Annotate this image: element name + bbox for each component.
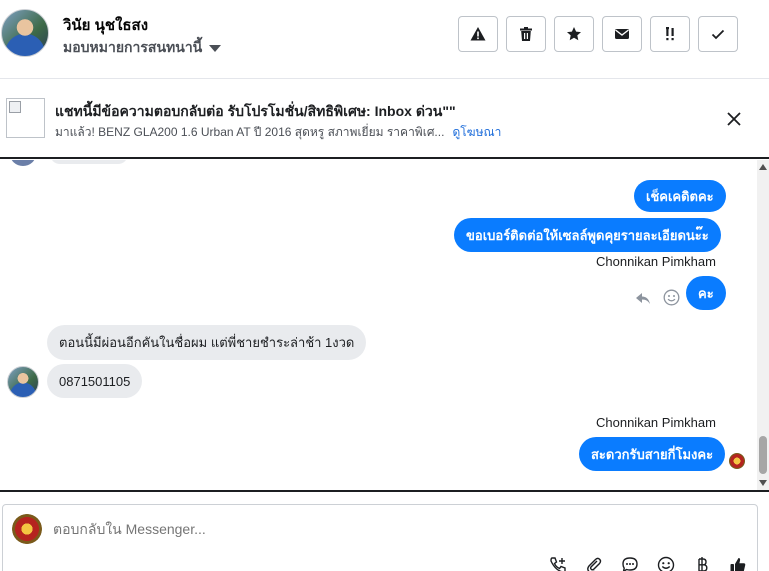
- thumbs-up-icon[interactable]: [728, 555, 748, 571]
- emoji-icon[interactable]: [656, 555, 676, 571]
- delete-button[interactable]: [506, 16, 546, 52]
- check-icon: [711, 29, 725, 40]
- assign-conversation-dropdown[interactable]: มอบหมายการสนทนานี้: [63, 37, 222, 59]
- baht-icon[interactable]: [692, 555, 712, 571]
- ad-description-row: มาแล้ว! BENZ GLA200 1.6 Urban AT ปี 2016…: [55, 123, 501, 142]
- attachment-icon[interactable]: [584, 555, 604, 571]
- follow-up-button[interactable]: [650, 16, 690, 52]
- outgoing-message[interactable]: คะ: [686, 276, 726, 310]
- composer-box: [2, 504, 758, 571]
- ad-banner: แชทนี้มีข้อความตอบกลับต่อ รับโปรโมชั่น/ส…: [0, 79, 769, 159]
- outgoing-message[interactable]: เช็คเคดิตคะ: [634, 180, 726, 212]
- close-icon[interactable]: [724, 109, 744, 129]
- caret-down-icon: [209, 44, 222, 52]
- chat-bubble-icon[interactable]: [620, 555, 640, 571]
- ad-description: มาแล้ว! BENZ GLA200 1.6 Urban AT ปี 2016…: [55, 125, 445, 139]
- mark-done-button[interactable]: [698, 16, 738, 52]
- outgoing-message[interactable]: ขอเบอร์ติดต่อให้เซลล์พูดคุยรายละเอียดนะ๊…: [454, 218, 721, 252]
- scroll-down-arrow-icon[interactable]: [759, 480, 767, 486]
- message-thread[interactable]: เช็คเคดิตคะ ขอเบอร์ติดต่อให้เซลล์พูดคุยร…: [0, 160, 769, 492]
- envelope-icon: [615, 29, 629, 39]
- ad-title: แชทนี้มีข้อความตอบกลับต่อ รับโปรโมชั่น/ส…: [55, 103, 456, 119]
- reply-icon[interactable]: [635, 291, 651, 305]
- message-bubble-partial: [50, 160, 128, 164]
- trash-icon: [520, 27, 532, 41]
- scroll-thumb[interactable]: [759, 436, 767, 474]
- sender-name: Chonnikan Pimkham: [596, 415, 716, 430]
- composer-toolbar: [548, 555, 748, 571]
- warning-icon: [470, 27, 486, 41]
- seen-avatar-icon: [729, 453, 745, 469]
- incoming-message[interactable]: ตอนนี้มีผ่อนอีกคันในชื่อผม แต่พี่ชายชำระ…: [47, 325, 367, 360]
- contact-avatar-partial: [10, 160, 36, 166]
- assign-conversation-label: มอบหมายการสนทนานี้: [63, 39, 203, 55]
- reply-input[interactable]: [53, 521, 533, 537]
- page-avatar: [12, 514, 42, 544]
- mark-unread-button[interactable]: [602, 16, 642, 52]
- call-add-icon[interactable]: [548, 555, 568, 571]
- sender-name: Chonnikan Pimkham: [596, 254, 716, 269]
- message-composer: [0, 504, 769, 571]
- scrollbar[interactable]: [757, 160, 769, 490]
- star-icon: [567, 27, 581, 41]
- conversation-header: วินัย นุชใธสง มอบหมายการสนทนานี้: [0, 0, 769, 79]
- message-actions: [635, 289, 680, 306]
- contact-name[interactable]: วินัย นุชใธสง: [63, 13, 148, 37]
- contact-avatar[interactable]: [7, 366, 39, 398]
- star-button[interactable]: [554, 16, 594, 52]
- emoji-reaction-icon[interactable]: [663, 289, 680, 306]
- conversation-toolbar: [458, 16, 738, 52]
- contact-avatar[interactable]: [1, 9, 49, 57]
- scroll-up-arrow-icon[interactable]: [759, 164, 767, 170]
- follow-up-icon: [666, 27, 674, 41]
- outgoing-message[interactable]: สะดวกรับสายกี่โมงคะ: [579, 437, 726, 471]
- ad-thumbnail[interactable]: [6, 98, 45, 138]
- incoming-message[interactable]: 0871501105: [47, 364, 143, 398]
- report-spam-button[interactable]: [458, 16, 498, 52]
- view-ad-link[interactable]: ดูโฆษณา: [452, 123, 501, 142]
